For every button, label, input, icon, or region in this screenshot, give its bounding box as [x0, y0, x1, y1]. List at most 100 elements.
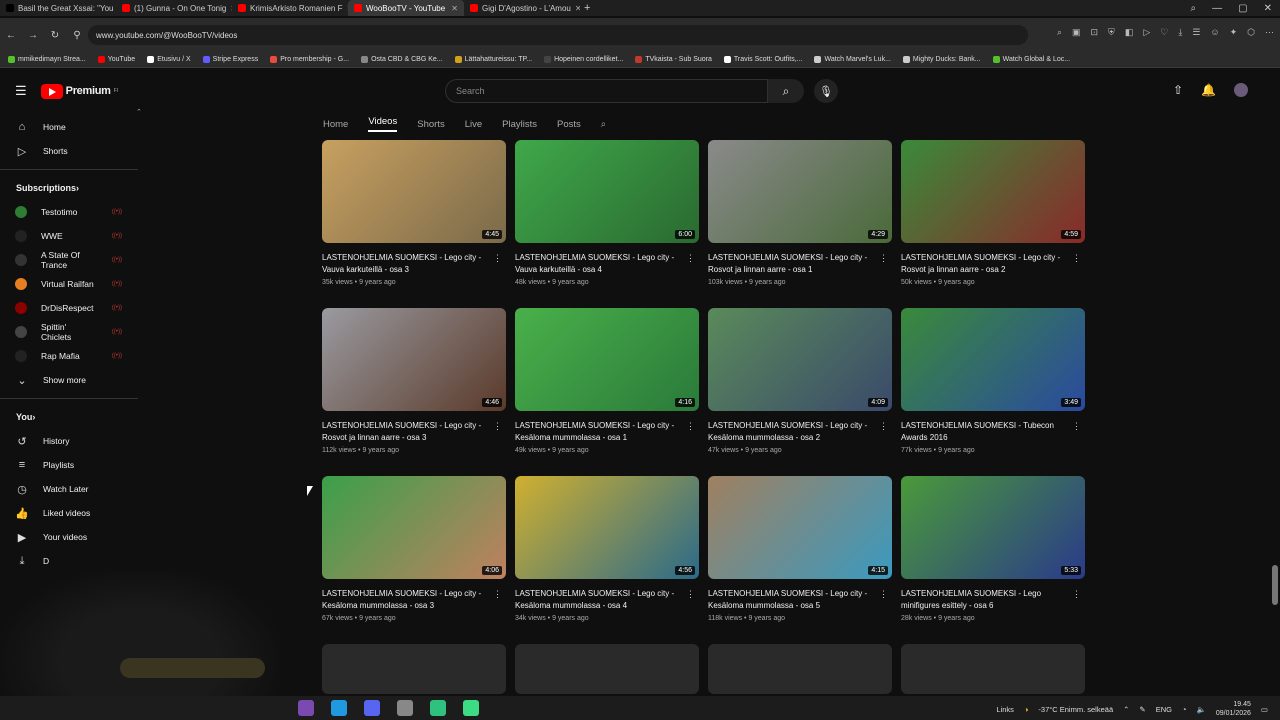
favorites-icon[interactable]: ♡: [1160, 27, 1168, 38]
browser-tab[interactable]: (1) Gunna - On One Tonig✕: [116, 0, 232, 16]
more-options-icon[interactable]: ⋮: [493, 588, 502, 600]
video-thumbnail[interactable]: 4:45: [322, 140, 506, 243]
reload-button[interactable]: ↻: [44, 30, 66, 41]
settings-app-icon[interactable]: [397, 700, 413, 716]
sidebar-collapse-icon[interactable]: ⌃: [136, 108, 142, 116]
bookmark-item[interactable]: Mighty Ducks: Bank...: [902, 56, 981, 63]
more-options-icon[interactable]: ⋮: [493, 420, 502, 432]
sidebar-subscription[interactable]: Spittin' Chiclets ((•)): [0, 320, 140, 344]
video-thumbnail[interactable]: 5:33: [901, 476, 1085, 579]
language-indicator[interactable]: ENG: [1156, 705, 1172, 714]
video-title[interactable]: LASTENOHJELMIA SUOMEKSI - Lego minifigur…: [901, 588, 1081, 612]
search-input[interactable]: Search: [445, 79, 768, 103]
browser-tab[interactable]: WooBooTV - YouTube ✕: [348, 0, 464, 16]
bookmark-item[interactable]: TVkaista - Sub Suora: [635, 56, 712, 63]
bookmark-item[interactable]: Watch Marvel's Luk...: [814, 56, 891, 63]
show-more-button[interactable]: ⌄ Show more: [0, 368, 140, 392]
video-title[interactable]: LASTENOHJELMIA SUOMEKSI - Lego city - Va…: [322, 252, 502, 276]
browser-tab[interactable]: Basil the Great Xssai: "You✕: [0, 0, 116, 16]
video-thumbnail[interactable]: 4:59: [901, 140, 1085, 243]
files-app-icon[interactable]: [298, 700, 314, 716]
maximize-button[interactable]: ▢: [1238, 3, 1247, 14]
subscriptions-heading[interactable]: Subscriptions ›: [0, 176, 140, 200]
video-title[interactable]: LASTENOHJELMIA SUOMEKSI - Lego city - Va…: [515, 252, 695, 276]
more-options-icon[interactable]: ⋮: [1072, 420, 1081, 432]
video-card[interactable]: 4:46 LASTENOHJELMIA SUOMEKSI - Lego city …: [322, 308, 506, 476]
discord-app-icon[interactable]: [364, 700, 380, 716]
more-options-icon[interactable]: ⋮: [686, 420, 695, 432]
browser-tab[interactable]: Gigi D'Agostino - L'Amou ✕: [464, 0, 580, 16]
more-options-icon[interactable]: ⋮: [879, 252, 888, 264]
video-card[interactable]: 4:59 LASTENOHJELMIA SUOMEKSI - Lego city …: [901, 140, 1085, 308]
shield-icon[interactable]: ⛨: [1108, 27, 1115, 38]
upload-icon[interactable]: ⇧: [1173, 83, 1183, 97]
sidebar-item-you[interactable]: ≡ Playlists: [0, 453, 140, 477]
new-tab-button[interactable]: +: [584, 2, 590, 14]
page-scrollbar[interactable]: [1272, 565, 1278, 605]
sidebar-subscription[interactable]: DrDisRespect ((•)): [0, 296, 140, 320]
sidebar-item-you[interactable]: ↺ History: [0, 429, 140, 453]
video-title[interactable]: LASTENOHJELMIA SUOMEKSI - Lego city - Ke…: [708, 420, 888, 444]
profile-icon[interactable]: ☺: [1210, 27, 1219, 38]
more-options-icon[interactable]: ⋮: [879, 420, 888, 432]
sidebar-item-shorts[interactable]: ▷ Shorts: [0, 139, 140, 163]
sidebar-subscription[interactable]: Virtual Railfan ((•)): [0, 272, 140, 296]
more-options-icon[interactable]: ⋮: [686, 588, 695, 600]
links-toolbar[interactable]: Links: [996, 705, 1014, 714]
video-card[interactable]: 5:33 LASTENOHJELMIA SUOMEKSI - Lego minif…: [901, 476, 1085, 644]
more-options-icon[interactable]: ⋮: [493, 252, 502, 264]
bookmark-item[interactable]: mmikedimayn Strea...: [8, 56, 86, 63]
tab-close-icon[interactable]: ✕: [451, 4, 458, 13]
video-thumbnail[interactable]: 4:06: [322, 476, 506, 579]
video-card[interactable]: 4:06 LASTENOHJELMIA SUOMEKSI - Lego city …: [322, 476, 506, 644]
bookmark-item[interactable]: Osta CBD & CBG Ke...: [361, 56, 443, 63]
tray-chevron-icon[interactable]: ⌃: [1123, 705, 1129, 714]
search-tabs-icon[interactable]: ⌕: [1191, 3, 1197, 14]
account-avatar[interactable]: [1234, 83, 1248, 97]
more-options-icon[interactable]: ⋮: [1072, 588, 1081, 600]
channel-search-icon[interactable]: ⌕: [601, 119, 606, 130]
extension-icon[interactable]: ⬡: [1247, 27, 1255, 38]
bookmark-item[interactable]: Pro membership - G...: [270, 56, 349, 63]
play-app-icon[interactable]: [463, 700, 479, 716]
install-app-icon[interactable]: ▣: [1072, 27, 1081, 38]
cast-icon[interactable]: ◧: [1125, 27, 1134, 38]
show-more-you-button[interactable]: ⌄: [0, 573, 140, 597]
site-info-icon[interactable]: ⚲: [66, 30, 88, 41]
pen-icon[interactable]: ✎: [1139, 705, 1145, 714]
video-title[interactable]: LASTENOHJELMIA SUOMEKSI - Lego city - Ke…: [515, 420, 695, 444]
browser-tab[interactable]: KrimisArkisto Romanien F✕: [232, 0, 348, 16]
video-title[interactable]: LASTENOHJELMIA SUOMEKSI - Lego city - Ke…: [322, 588, 502, 612]
close-window-button[interactable]: ✕: [1264, 3, 1272, 14]
video-title[interactable]: LASTENOHJELMIA SUOMEKSI - Tubecon Awards…: [901, 420, 1081, 444]
tab-posts[interactable]: Posts: [557, 119, 581, 130]
url-field[interactable]: www.youtube.com/@WooBooTV/videos: [88, 25, 1028, 45]
network-icon[interactable]: ◔: [1182, 705, 1187, 714]
sidebar-subscription[interactable]: Rap Mafia ((•)): [0, 344, 140, 368]
you-heading[interactable]: You ›: [0, 405, 140, 429]
bookmark-item[interactable]: Watch Global & Loc...: [992, 56, 1070, 63]
more-options-icon[interactable]: ⋮: [686, 252, 695, 264]
sidebar-item-you[interactable]: ▶ Your videos: [0, 525, 140, 549]
video-title[interactable]: LASTENOHJELMIA SUOMEKSI - Lego city - Ke…: [708, 588, 888, 612]
forward-button[interactable]: →: [22, 30, 44, 41]
tab-live[interactable]: Live: [465, 119, 482, 130]
sidebar-subscription[interactable]: A State Of Trance ((•)): [0, 248, 140, 272]
minimize-button[interactable]: —: [1212, 3, 1222, 14]
video-card[interactable]: 3:49 LASTENOHJELMIA SUOMEKSI - Tubecon Aw…: [901, 308, 1085, 476]
weather-text[interactable]: -37°C Enimm. selkeää: [1038, 705, 1113, 714]
sidebar-subscription[interactable]: WWE ((•)): [0, 224, 140, 248]
video-card[interactable]: 4:29 LASTENOHJELMIA SUOMEKSI - Lego city …: [708, 140, 892, 308]
sidebar-item-you[interactable]: ◷ Watch Later: [0, 477, 140, 501]
video-title[interactable]: LASTENOHJELMIA SUOMEKSI - Lego city - Ke…: [515, 588, 695, 612]
video-card[interactable]: 4:45 LASTENOHJELMIA SUOMEKSI - Lego city …: [322, 140, 506, 308]
browser-menu-icon[interactable]: ⋯: [1265, 27, 1274, 38]
sidebar-item-home[interactable]: ⌂ Home: [0, 115, 140, 139]
video-title[interactable]: LASTENOHJELMIA SUOMEKSI - Lego city - Ro…: [708, 252, 888, 276]
weather-icon[interactable]: ◑: [1024, 705, 1029, 714]
sidebar-subscription[interactable]: Testotimo ((•)): [0, 200, 140, 224]
bookmark-item[interactable]: YouTube: [97, 56, 135, 63]
video-card[interactable]: 4:15 LASTENOHJELMIA SUOMEKSI - Lego city …: [708, 476, 892, 644]
video-card[interactable]: 6:00 LASTENOHJELMIA SUOMEKSI - Lego city …: [515, 140, 699, 308]
screenshot-icon[interactable]: ⊡: [1091, 27, 1099, 38]
